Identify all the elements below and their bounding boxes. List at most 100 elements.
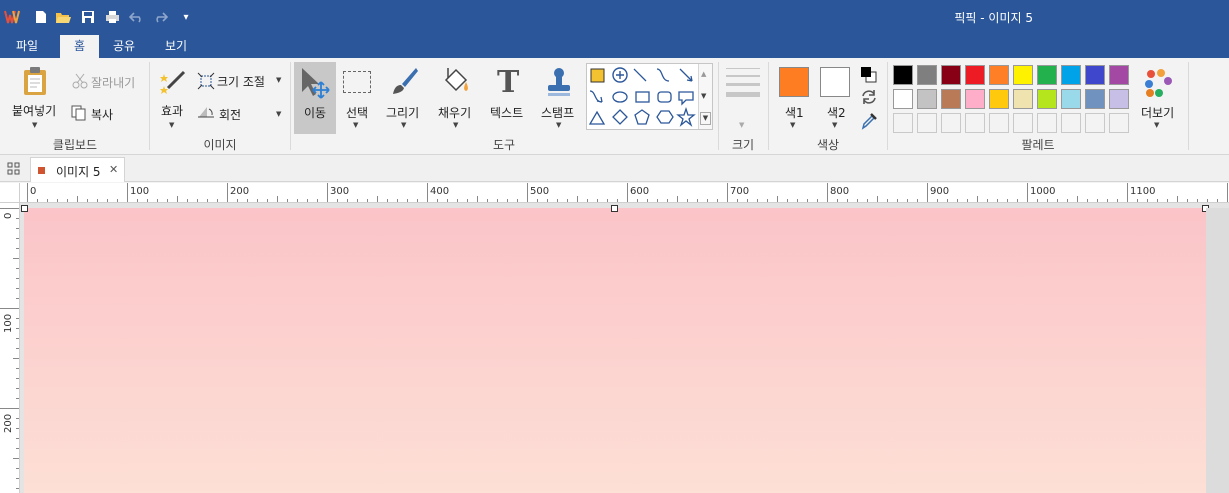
palette-swatch[interactable] (893, 89, 913, 109)
draw-dropdown-icon[interactable]: ▼ (401, 121, 406, 129)
cut-button[interactable]: 잘라내기 (91, 74, 135, 91)
palette-swatch[interactable] (1013, 113, 1033, 133)
palette-swatch[interactable] (893, 65, 913, 85)
shape-gallery (586, 63, 713, 130)
palette-swatch[interactable] (1085, 65, 1105, 85)
document-tab-color-icon (38, 167, 45, 174)
color1-swatch[interactable] (779, 67, 809, 97)
palette-swatch[interactable] (1037, 65, 1057, 85)
resize-handle-top-left[interactable] (21, 205, 28, 212)
canvas-outside-area (1206, 208, 1229, 493)
palette-swatch[interactable] (1109, 89, 1129, 109)
ruler-label: 800 (830, 186, 850, 197)
text-tool-button[interactable]: 텍스트 (490, 104, 523, 121)
document-tab-strip: 이미지 5 ✕ (0, 155, 1229, 182)
stamp-tool-button[interactable]: 스탬프 (541, 104, 574, 121)
gallery-up-icon[interactable]: ▲ (701, 70, 706, 78)
ruler-label: 900 (930, 186, 950, 197)
palette-swatch[interactable] (941, 89, 961, 109)
ruler-label: 100 (130, 186, 150, 197)
tab-file[interactable]: 파일 (6, 35, 48, 58)
tab-share[interactable]: 공유 (104, 35, 144, 58)
effects-button[interactable]: 효과 (161, 102, 183, 119)
select-dropdown-icon[interactable]: ▼ (353, 121, 358, 129)
color2-dropdown-icon[interactable]: ▼ (832, 121, 837, 129)
resize-handle-top-center[interactable] (611, 205, 618, 212)
palette-swatch[interactable] (917, 113, 937, 133)
ruler-label: 1100 (1130, 186, 1156, 197)
copy-button[interactable]: 복사 (91, 106, 113, 123)
color2-button[interactable]: 색2 (827, 104, 846, 121)
palette-swatch[interactable] (1061, 65, 1081, 85)
palette-swatch[interactable] (1109, 65, 1129, 85)
palette-swatch[interactable] (917, 89, 937, 109)
palette-swatch[interactable] (1109, 113, 1129, 133)
swap-colors-icon[interactable] (860, 89, 878, 108)
document-tab[interactable]: 이미지 5 ✕ (30, 157, 125, 182)
ruler-corner (0, 183, 20, 203)
stamp-dropdown-icon[interactable]: ▼ (556, 121, 561, 129)
brush-icon (388, 66, 420, 101)
shape-gallery-scroll[interactable]: ▲ ▼ ▼ (698, 64, 712, 129)
palette-swatch[interactable] (965, 65, 985, 85)
ruler-label: 200 (3, 413, 14, 433)
color-group-label: 색상 (816, 138, 840, 152)
resize-button[interactable]: 크기 조절 (217, 73, 265, 90)
document-tab-label: 이미지 5 (56, 165, 101, 179)
color1-button[interactable]: 색1 (785, 104, 804, 121)
palette-swatch[interactable] (1085, 113, 1105, 133)
rotate-dropdown-icon[interactable]: ▼ (276, 110, 281, 118)
fill-tool-button[interactable]: 채우기 (438, 104, 471, 121)
fill-dropdown-icon[interactable]: ▼ (453, 121, 458, 129)
image-canvas[interactable] (24, 208, 1206, 493)
palette-swatch[interactable] (941, 65, 961, 85)
rotate-button[interactable]: 회전 (219, 106, 241, 123)
ruler-label: 400 (430, 186, 450, 197)
draw-tool-button[interactable]: 그리기 (386, 104, 419, 121)
vertical-ruler-ticks (0, 208, 19, 489)
palette-swatch[interactable] (941, 113, 961, 133)
palette-swatch[interactable] (989, 65, 1009, 85)
more-colors-button[interactable]: 더보기 (1141, 104, 1174, 121)
select-tool-button[interactable]: 선택 (346, 104, 368, 121)
ruler-label: 100 (3, 313, 14, 333)
clipboard-icon (22, 66, 48, 99)
more-colors-dropdown-icon[interactable]: ▼ (1154, 121, 1159, 129)
move-tool-label: 이동 (304, 106, 327, 120)
close-tab-icon[interactable]: ✕ (109, 163, 118, 176)
palette-swatch[interactable] (917, 65, 937, 85)
vertical-ruler: 0 100 200 (0, 203, 20, 493)
palette-swatch[interactable] (965, 113, 985, 133)
more-colors-icon (1144, 68, 1174, 101)
workspace (20, 203, 1229, 493)
palette-swatch[interactable] (1037, 113, 1057, 133)
palette-swatch[interactable] (1061, 113, 1081, 133)
tab-view[interactable]: 보기 (154, 35, 198, 58)
effects-dropdown-icon[interactable]: ▼ (169, 121, 174, 129)
color2-swatch[interactable] (820, 67, 850, 97)
resize-dropdown-icon[interactable]: ▼ (276, 76, 281, 84)
gallery-down-icon[interactable]: ▼ (701, 92, 706, 100)
palette-group-label: 팔레트 (1021, 138, 1055, 152)
ruler-label: 0 (3, 212, 14, 219)
palette-swatch[interactable] (989, 89, 1009, 109)
shape-gallery-shapes[interactable] (587, 64, 699, 129)
palette-swatch[interactable] (1037, 89, 1057, 109)
color1-dropdown-icon[interactable]: ▼ (790, 121, 795, 129)
palette-swatch[interactable] (1061, 89, 1081, 109)
palette-swatch[interactable] (893, 113, 913, 133)
grid-view-icon[interactable] (7, 162, 20, 178)
palette-swatch[interactable] (1013, 65, 1033, 85)
palette-swatch[interactable] (965, 89, 985, 109)
eyedropper-icon[interactable] (861, 112, 877, 133)
default-colors-icon[interactable] (860, 66, 878, 87)
paste-button[interactable]: 붙여넣기 (12, 102, 56, 119)
tab-home[interactable]: 홈 (60, 35, 99, 58)
palette-swatch[interactable] (989, 113, 1009, 133)
paste-dropdown-icon[interactable]: ▼ (32, 121, 37, 129)
gallery-expand-icon[interactable]: ▼ (700, 112, 711, 125)
line-size-icon[interactable] (726, 68, 760, 97)
size-dropdown-icon[interactable]: ▼ (739, 121, 744, 129)
palette-swatch[interactable] (1085, 89, 1105, 109)
palette-swatch[interactable] (1013, 89, 1033, 109)
